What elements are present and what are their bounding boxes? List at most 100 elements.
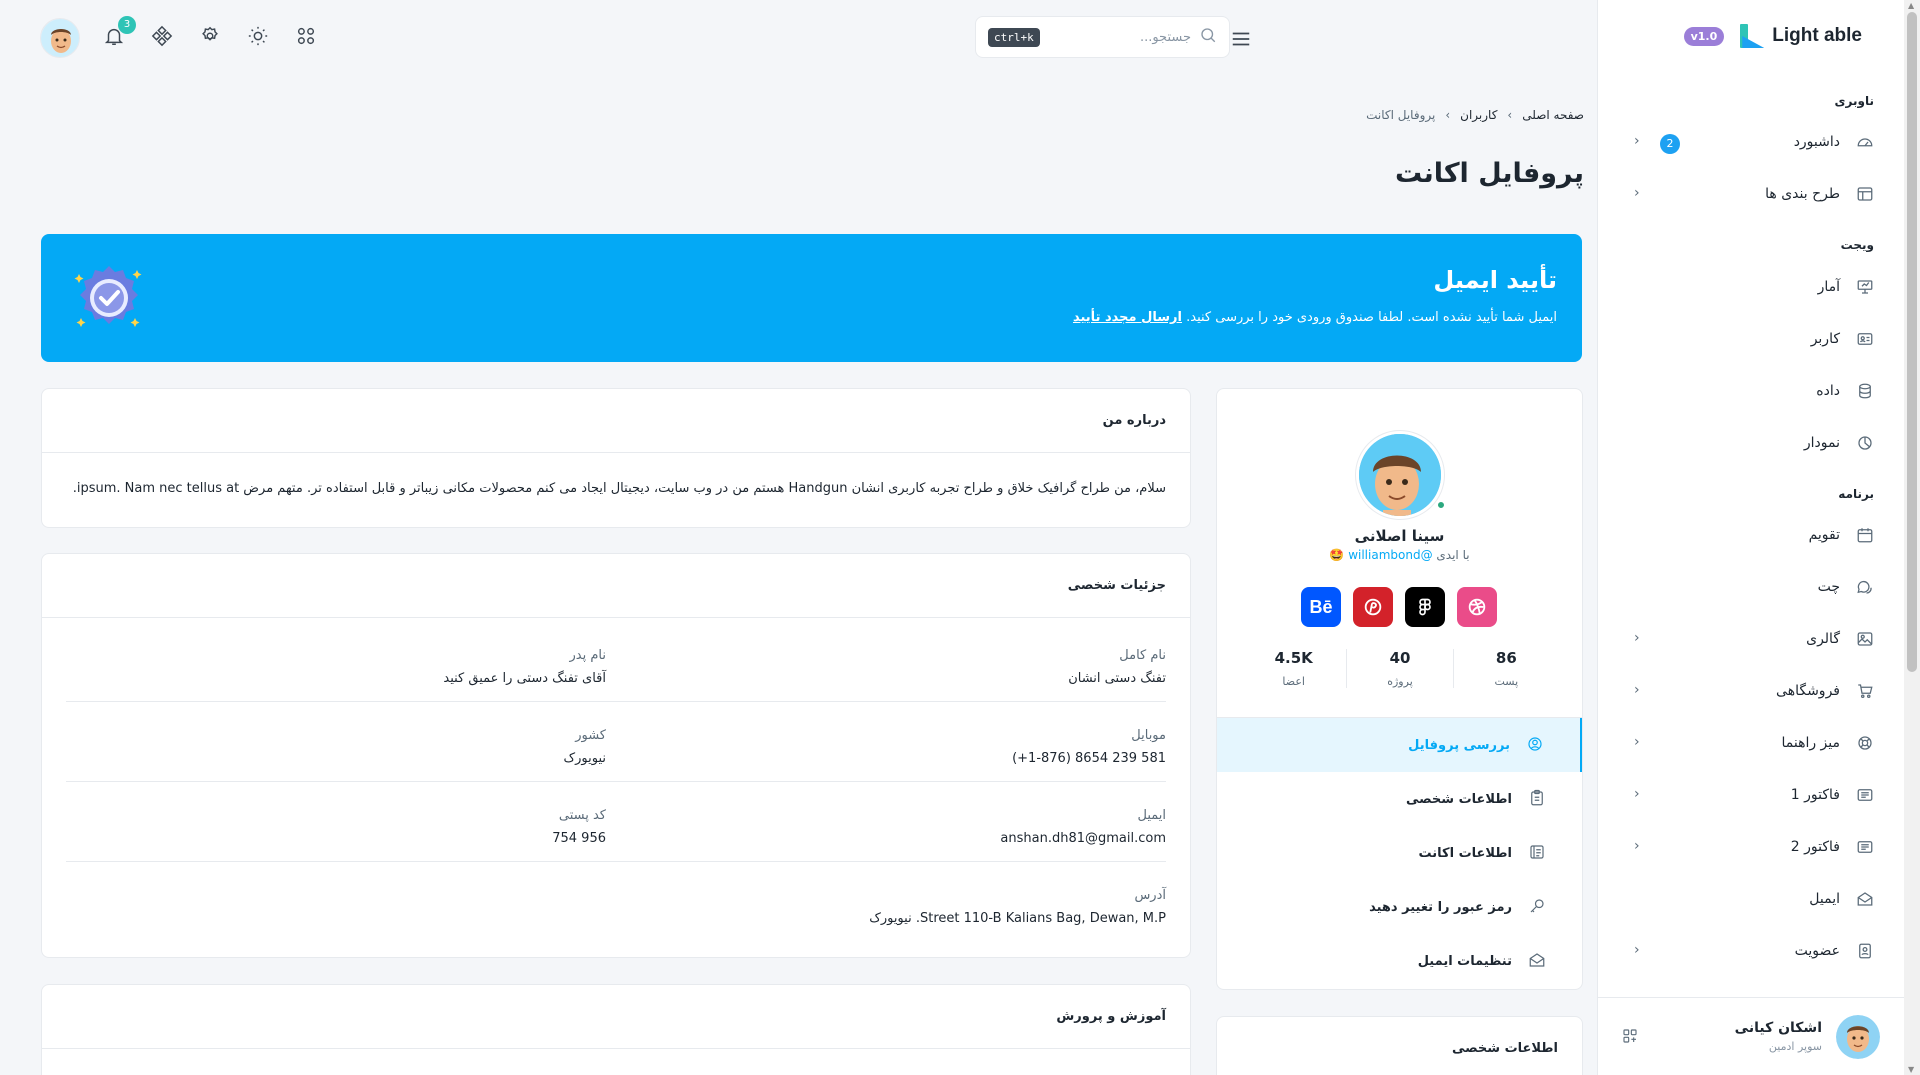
notifications-button[interactable]: 3: [100, 16, 136, 52]
theme-toggle-button[interactable]: [244, 24, 272, 52]
sidebar-item-invoice-2[interactable]: فاکتور 2 ‹: [1598, 825, 1904, 869]
sidebar-item-stats[interactable]: آمار: [1598, 265, 1904, 309]
banner-title: تأیید ایمیل: [1433, 266, 1557, 294]
header-user-avatar[interactable]: [40, 18, 80, 58]
detail-row: آدرس Street 110-B Kalians Bag, Dewan, M.…: [66, 862, 1166, 942]
scroll-up-arrow-icon[interactable]: ▲: [1908, 1, 1914, 10]
sidebar-item-invoice-1[interactable]: فاکتور 1 ‹: [1598, 773, 1904, 817]
verified-badge-icon: [71, 260, 147, 336]
social-links: Bē: [1301, 587, 1497, 627]
sidebar-item-user[interactable]: کاربر: [1598, 317, 1904, 361]
brand-logo[interactable]: v1.0 Light able: [1683, 24, 1862, 48]
detail-key: موبایل: [1131, 728, 1166, 743]
behance-icon[interactable]: Bē: [1301, 587, 1341, 627]
section-app-title: برنامه: [1838, 487, 1874, 501]
search-shortcut-badge: ctrl+k: [988, 27, 1040, 47]
sidebar-item-label: فروشگاهی: [1776, 683, 1840, 699]
detail-address: آدرس Street 110-B Kalians Bag, Dewan, M.…: [869, 888, 1166, 926]
notification-count-badge: 3: [118, 16, 136, 34]
chevron-left-icon: ‹: [1634, 942, 1640, 958]
profile-card: سینا اصلانی با ایدی @williambond 🤩 Bē 86…: [1216, 388, 1583, 990]
dribbble-icon[interactable]: [1457, 587, 1497, 627]
diamond-grid-icon: [151, 25, 173, 51]
detail-postal-code: کد پستی 956 754: [552, 808, 606, 846]
detail-value: 956 754: [552, 831, 606, 846]
chevron-left-icon: ›: [1445, 108, 1451, 122]
user-settings-icon[interactable]: [1622, 1028, 1638, 1048]
menu-personal-info[interactable]: اطلاعات شخصی: [1217, 772, 1582, 826]
card-title: جزئیات شخصی: [42, 554, 1190, 618]
detail-value: نیویورک: [563, 751, 606, 766]
top-header: 3 جستجو... ctrl+k: [0, 0, 1597, 74]
email-verification-banner: تأیید ایمیل ایمیل شما تأیید نشده است. لط…: [41, 234, 1582, 362]
menu-email-settings[interactable]: تنظیمات ایمیل: [1217, 934, 1582, 988]
profile-avatar: [1356, 431, 1444, 519]
current-user-panel[interactable]: اشکان کیانی سوپر ادمین: [1598, 997, 1904, 1075]
chevron-left-icon: ›: [1507, 108, 1513, 122]
menu-change-password[interactable]: رمز عبور را تغییر دهید: [1217, 880, 1582, 934]
version-badge: v1.0: [1683, 26, 1725, 46]
resend-verification-link[interactable]: ارسال مجدد تأیید: [1073, 310, 1182, 325]
settings-button[interactable]: [196, 24, 224, 52]
apps-button[interactable]: [292, 24, 320, 52]
search-box[interactable]: جستجو... ctrl+k: [975, 16, 1230, 58]
brand-name: Light able: [1772, 25, 1862, 46]
sidebar-item-gallery[interactable]: گالری ‹: [1598, 617, 1904, 661]
sidebar-item-chat[interactable]: چت: [1598, 565, 1904, 609]
sidebar-item-dashboard[interactable]: داشبورد 2 ‹: [1598, 120, 1904, 164]
sidebar-item-membership[interactable]: عضویت ‹: [1598, 929, 1904, 973]
profile-stats: 86 پست 40 پروژه 4.5K اعضا: [1241, 649, 1559, 688]
card-title: اطلاعات شخصی: [1451, 1041, 1558, 1056]
sidebar-item-ecommerce[interactable]: فروشگاهی ‹: [1598, 669, 1904, 713]
invoice-icon: [1854, 836, 1876, 858]
chevron-left-icon: ‹: [1634, 838, 1640, 854]
breadcrumb-users[interactable]: کاربران: [1460, 108, 1497, 122]
document-icon: [1526, 843, 1546, 863]
calendar-icon: [1854, 524, 1876, 546]
key-icon: [1526, 897, 1546, 917]
sidebar-item-label: داشبورد: [1793, 134, 1840, 150]
menu-toggle-icon[interactable]: [1230, 28, 1252, 54]
user-card-icon: [1854, 328, 1876, 350]
dashboard-count-badge: 2: [1660, 134, 1680, 154]
breadcrumb: صفحه اصلی › کاربران › پروفایل اکانت: [1366, 108, 1584, 122]
user-circle-icon: [1524, 735, 1544, 755]
sidebar-item-email[interactable]: ایمیل: [1598, 877, 1904, 921]
search-input[interactable]: جستجو...: [1048, 30, 1191, 45]
sun-icon: [247, 25, 269, 51]
sidebar-item-data[interactable]: داده: [1598, 369, 1904, 413]
customizer-button[interactable]: [148, 24, 176, 52]
scroll-down-arrow-icon[interactable]: ▼: [1908, 1065, 1914, 1074]
invoice-icon: [1854, 784, 1876, 806]
detail-mobile: موبایل (+1-876) 8654 239 581: [1012, 728, 1166, 766]
breadcrumb-current: پروفایل اکانت: [1366, 108, 1436, 122]
menu-profile-overview[interactable]: بررسی پروفایل: [1217, 718, 1582, 772]
sidebar-item-layouts[interactable]: طرح بندی ها ‹: [1598, 172, 1904, 216]
search-icon: [1199, 26, 1217, 48]
sidebar: v1.0 Light able ناوبری داشبورد 2 ‹ طرح ب…: [1597, 0, 1904, 1075]
sidebar-item-label: نمودار: [1803, 435, 1840, 451]
profile-emoji: 🤩: [1329, 548, 1345, 562]
gauge-icon: [1854, 131, 1876, 153]
breadcrumb-home[interactable]: صفحه اصلی: [1522, 108, 1584, 122]
page-scrollbar[interactable]: ▲ ▼: [1904, 0, 1920, 1075]
figma-icon[interactable]: [1405, 587, 1445, 627]
profile-handle[interactable]: @williambond: [1348, 548, 1432, 562]
user-name: اشکان کیانی: [1734, 1020, 1822, 1036]
scrollbar-thumb[interactable]: [1907, 12, 1917, 672]
apps-grid-icon: [295, 25, 317, 51]
sidebar-item-calendar[interactable]: تقویم: [1598, 513, 1904, 557]
profile-handle-line: با ایدی @williambond 🤩: [1217, 548, 1582, 562]
stat-label: پست: [1494, 675, 1519, 688]
sidebar-item-chart[interactable]: نمودار: [1598, 421, 1904, 465]
sidebar-item-label: ایمیل: [1809, 891, 1840, 907]
stat-members: 4.5K اعضا: [1241, 649, 1346, 688]
pinterest-icon[interactable]: [1353, 587, 1393, 627]
database-icon: [1854, 380, 1876, 402]
sidebar-item-helpdesk[interactable]: میز راهنما ‹: [1598, 721, 1904, 765]
detail-key: کشور: [575, 728, 606, 743]
menu-account-info[interactable]: اطلاعات اکانت: [1217, 826, 1582, 880]
sidebar-item-label: گالری: [1806, 631, 1840, 647]
chevron-left-icon: ‹: [1634, 734, 1640, 750]
chevron-left-icon: ‹: [1634, 786, 1640, 802]
